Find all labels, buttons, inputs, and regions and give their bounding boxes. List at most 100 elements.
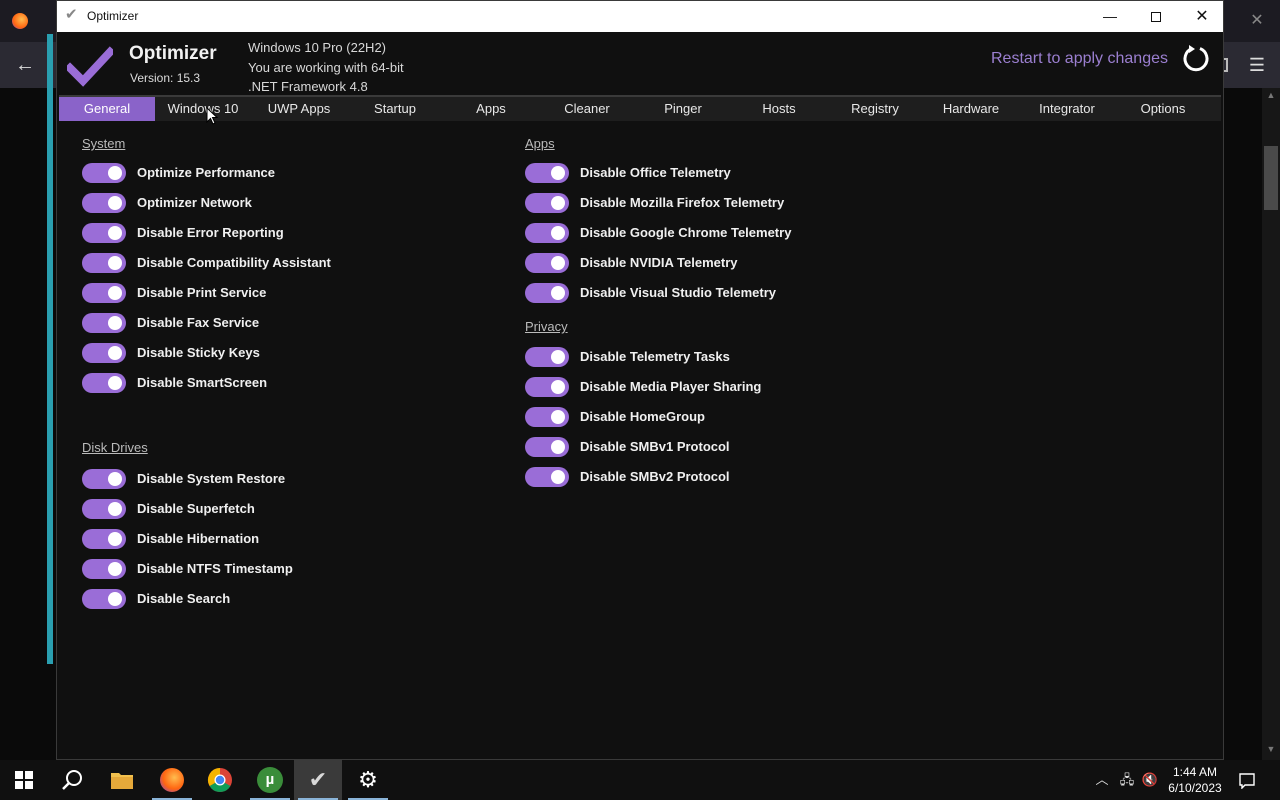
- option-label[interactable]: Disable Visual Studio Telemetry: [580, 285, 776, 300]
- toggle-switch[interactable]: [525, 437, 569, 457]
- close-button[interactable]: ✕: [1179, 1, 1225, 32]
- scroll-down-icon[interactable]: ▼: [1262, 744, 1280, 758]
- title-bar[interactable]: ✔ Optimizer — ✕: [57, 1, 1223, 32]
- toggle-switch[interactable]: [525, 163, 569, 183]
- restart-to-apply-link[interactable]: Restart to apply changes: [991, 50, 1168, 68]
- option-row: Disable Fax Service: [82, 311, 482, 335]
- toggle-switch[interactable]: [82, 499, 126, 519]
- tab-uwp-apps[interactable]: UWP Apps: [251, 97, 347, 121]
- option-label[interactable]: Disable Compatibility Assistant: [137, 255, 331, 270]
- minimize-button[interactable]: —: [1087, 1, 1133, 32]
- mouse-cursor-icon: [206, 107, 218, 125]
- toggle-switch[interactable]: [82, 373, 126, 393]
- hamburger-menu-icon[interactable]: ☰: [1244, 52, 1270, 78]
- option-label[interactable]: Disable Office Telemetry: [580, 165, 731, 180]
- section-disk-drives-title: Disk Drives: [82, 440, 148, 455]
- option-label[interactable]: Disable Mozilla Firefox Telemetry: [580, 195, 784, 210]
- tab-registry[interactable]: Registry: [827, 97, 923, 121]
- option-label[interactable]: Disable SMBv2 Protocol: [580, 469, 730, 484]
- scroll-up-icon[interactable]: ▲: [1262, 90, 1280, 104]
- tab-cleaner[interactable]: Cleaner: [539, 97, 635, 121]
- show-hidden-icons-button[interactable]: ︿: [1092, 760, 1112, 800]
- toggle-switch[interactable]: [525, 407, 569, 427]
- optimizer-check-icon: ✔: [308, 767, 328, 792]
- toggle-switch[interactable]: [525, 193, 569, 213]
- taskbar-optimizer[interactable]: ✔: [294, 760, 342, 800]
- toggle-switch[interactable]: [82, 529, 126, 549]
- network-icon[interactable]: 🖧: [1116, 760, 1138, 800]
- option-label[interactable]: Disable NTFS Timestamp: [137, 561, 293, 576]
- back-arrow-icon[interactable]: ←: [12, 52, 38, 78]
- option-label[interactable]: Disable Hibernation: [137, 531, 259, 546]
- toggle-switch[interactable]: [82, 559, 126, 579]
- toggle-switch[interactable]: [525, 377, 569, 397]
- taskbar-file-explorer[interactable]: [98, 760, 146, 800]
- option-row: Disable Error Reporting: [82, 221, 482, 245]
- app-version: Version: 15.3: [130, 71, 201, 85]
- maximize-button[interactable]: [1133, 1, 1179, 32]
- option-row: Disable Compatibility Assistant: [82, 251, 482, 275]
- tab-windows-10[interactable]: Windows 10: [155, 97, 251, 121]
- toggle-switch[interactable]: [82, 283, 126, 303]
- option-label[interactable]: Disable Sticky Keys: [137, 345, 260, 360]
- volume-muted-icon[interactable]: 🔇: [1140, 760, 1160, 800]
- tab-general[interactable]: General: [59, 97, 155, 121]
- toggle-switch[interactable]: [525, 467, 569, 487]
- browser-close-icon[interactable]: ✕: [1246, 10, 1268, 32]
- start-button[interactable]: [0, 760, 48, 800]
- search-icon: [62, 769, 82, 790]
- option-label[interactable]: Disable NVIDIA Telemetry: [580, 255, 738, 270]
- restart-icon[interactable]: [1181, 44, 1211, 74]
- firefox-icon: [12, 13, 28, 29]
- optimizer-window: ✔ Optimizer — ✕ Optimizer Version: 15.3 …: [56, 0, 1224, 760]
- toggle-switch[interactable]: [525, 223, 569, 243]
- option-label[interactable]: Disable SmartScreen: [137, 375, 267, 390]
- toggle-switch[interactable]: [82, 469, 126, 489]
- tab-options[interactable]: Options: [1115, 97, 1211, 121]
- option-label[interactable]: Disable System Restore: [137, 471, 285, 486]
- taskbar-clock[interactable]: 1:44 AM 6/10/2023: [1160, 764, 1230, 796]
- toggle-switch[interactable]: [525, 347, 569, 367]
- option-label[interactable]: Disable Google Chrome Telemetry: [580, 225, 791, 240]
- option-label[interactable]: Disable Print Service: [137, 285, 266, 300]
- toggle-switch[interactable]: [82, 313, 126, 333]
- option-label[interactable]: Disable Telemetry Tasks: [580, 349, 730, 364]
- toggle-switch[interactable]: [82, 343, 126, 363]
- option-row: Disable HomeGroup: [525, 405, 925, 429]
- option-row: Disable NTFS Timestamp: [82, 557, 482, 581]
- toggle-switch[interactable]: [82, 253, 126, 273]
- clock-date: 6/10/2023: [1168, 781, 1222, 795]
- toggle-switch[interactable]: [82, 589, 126, 609]
- option-label[interactable]: Disable HomeGroup: [580, 409, 705, 424]
- tab-hosts[interactable]: Hosts: [731, 97, 827, 121]
- toggle-switch[interactable]: [82, 193, 126, 213]
- option-label[interactable]: Disable Error Reporting: [137, 225, 284, 240]
- tab-pinger[interactable]: Pinger: [635, 97, 731, 121]
- tab-apps[interactable]: Apps: [443, 97, 539, 121]
- search-button[interactable]: [48, 760, 96, 800]
- taskbar-settings[interactable]: ⚙: [344, 760, 392, 800]
- toggle-switch[interactable]: [82, 163, 126, 183]
- toggle-switch[interactable]: [525, 253, 569, 273]
- option-label[interactable]: Disable Fax Service: [137, 315, 259, 330]
- taskbar-chrome[interactable]: [196, 760, 244, 800]
- tab-startup[interactable]: Startup: [347, 97, 443, 121]
- gear-icon: ⚙: [358, 767, 378, 792]
- option-label[interactable]: Disable Media Player Sharing: [580, 379, 761, 394]
- toggle-switch[interactable]: [82, 223, 126, 243]
- option-label[interactable]: Optimize Performance: [137, 165, 275, 180]
- tab-hardware[interactable]: Hardware: [923, 97, 1019, 121]
- toggle-switch[interactable]: [525, 283, 569, 303]
- action-center-button[interactable]: [1234, 760, 1260, 800]
- taskbar-utorrent[interactable]: µ: [246, 760, 294, 800]
- option-label[interactable]: Disable Search: [137, 591, 230, 606]
- tab-integrator[interactable]: Integrator: [1019, 97, 1115, 121]
- background-scrollbar-thumb[interactable]: [1264, 146, 1278, 210]
- option-row: Disable Print Service: [82, 281, 482, 305]
- option-label[interactable]: Optimizer Network: [137, 195, 252, 210]
- option-label[interactable]: Disable Superfetch: [137, 501, 255, 516]
- app-check-icon: ✔: [65, 6, 78, 23]
- notifications-icon: [1239, 772, 1255, 790]
- taskbar-firefox[interactable]: [148, 760, 196, 800]
- option-label[interactable]: Disable SMBv1 Protocol: [580, 439, 730, 454]
